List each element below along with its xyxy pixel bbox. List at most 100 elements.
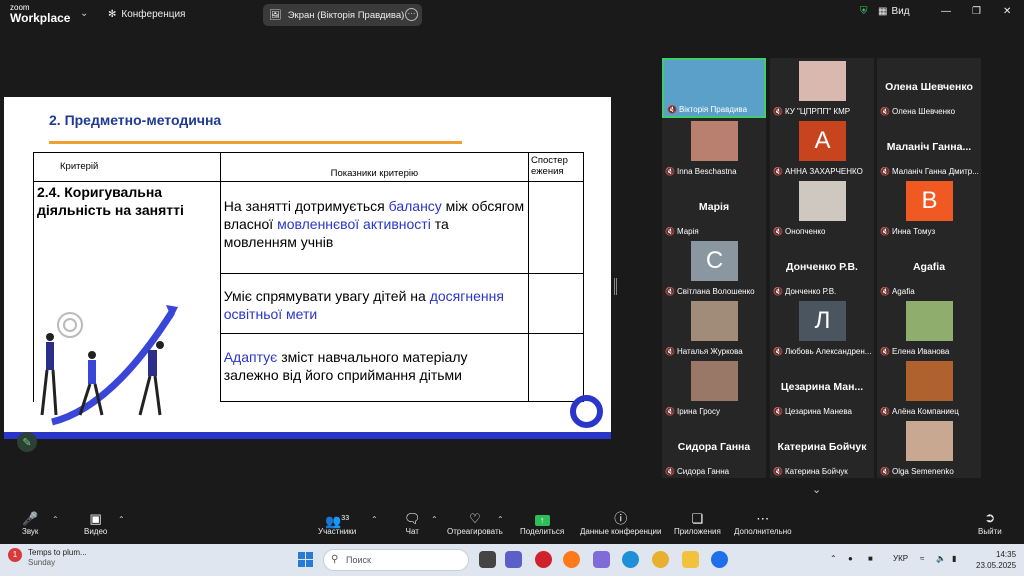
minimize-icon[interactable]: —: [941, 6, 951, 17]
restore-icon[interactable]: ❐: [972, 6, 981, 17]
ring-decoration: [570, 395, 603, 428]
windows-start-icon[interactable]: [298, 552, 313, 567]
edge-icon[interactable]: [622, 551, 639, 568]
participant-tile[interactable]: 🔇 Елена Иванова: [877, 298, 981, 358]
participant-tile[interactable]: Олена Шевченко 🔇 Олена Шевченко: [877, 58, 981, 118]
annotate-button[interactable]: ✎: [17, 432, 37, 452]
participant-label: 🔇 Світлана Волошенко: [665, 287, 764, 296]
screen-share-indicator[interactable]: 🖼 Экран (Вікторія Правдива) ⋯: [263, 4, 422, 26]
muted-mic-icon: 🔇: [880, 407, 890, 416]
split-drag-handle[interactable]: [614, 278, 617, 295]
header-indicators: Показники критерію: [219, 152, 530, 182]
participant-tile[interactable]: A 🔇 АННА ЗАХАРЧЕНКО: [770, 118, 874, 178]
chevron-down-icon[interactable]: ⌄: [812, 483, 821, 496]
copilot-icon[interactable]: [593, 551, 610, 568]
participant-label-text: Olga Semenenko: [891, 467, 954, 476]
language-indicator[interactable]: УКР: [893, 554, 908, 563]
meeting-toolbar: 🎤 Звук ⌃ ▣ Видео ⌃ 👥33 Участники ⌃ 🗨 Чат…: [0, 506, 1024, 544]
participant-name-display: Сидора Ганна: [677, 441, 751, 453]
tray-app-icon[interactable]: ■: [868, 554, 873, 563]
close-icon[interactable]: ✕: [1003, 6, 1011, 17]
leave-button[interactable]: ➲ Выйти: [978, 510, 1002, 536]
participant-label-text: Марія: [676, 227, 699, 236]
participant-tile[interactable]: 🔇 Inna Beschastna: [662, 118, 766, 178]
audio-button[interactable]: 🎤 Звук: [22, 510, 38, 536]
slide-title: 2. Предметно-методична: [49, 112, 222, 128]
grid-icon: ▦: [878, 6, 888, 17]
participant-tile[interactable]: B 🔇 Инна Томуз: [877, 178, 981, 238]
conference-menu[interactable]: ✻ Конференция: [108, 9, 185, 20]
share-button[interactable]: ↑ Поделиться: [520, 510, 564, 536]
teams-icon[interactable]: [505, 551, 522, 568]
tray-chevron-icon[interactable]: ⌃: [830, 554, 837, 563]
muted-mic-icon: 🔇: [665, 347, 675, 356]
table-header-row: Критерій Показники критерію Спостер ежен…: [33, 152, 584, 182]
participant-tile[interactable]: Катерина Бойчук 🔇 Катерина Бойчук: [770, 418, 874, 478]
participant-label-text: Agafia: [891, 287, 915, 296]
react-options-caret[interactable]: ⌃: [497, 515, 504, 524]
react-button[interactable]: ♡ Отреагировать: [447, 510, 503, 536]
participant-label: 🔇 Инна Томуз: [880, 227, 979, 236]
system-clock[interactable]: 14:35 23.05.2025: [976, 549, 1016, 571]
volume-icon[interactable]: 🔈: [936, 554, 946, 563]
weather-title: Temps to plum...: [28, 548, 87, 557]
video-button[interactable]: ▣ Видео: [84, 510, 107, 536]
indicator-cell: Уміє спрямувати увагу дітей на досягненн…: [219, 273, 530, 334]
participant-tile[interactable]: 🔇 Ірина Гросу: [662, 358, 766, 418]
participant-tile[interactable]: Сидора Ганна 🔇 Сидора Ганна: [662, 418, 766, 478]
opera-icon[interactable]: [535, 551, 552, 568]
participant-tile[interactable]: 🔇 КУ "ЦПРПП" КМР: [770, 58, 874, 118]
participant-tile[interactable]: 🔇 Вікторія Правдива: [662, 58, 766, 118]
participants-button[interactable]: 👥33 Участники: [318, 510, 356, 536]
screen-icon: 🖼: [269, 9, 282, 21]
participant-tile[interactable]: 🔇 Онопченко: [770, 178, 874, 238]
indicator-highlight: мовленнєвої активності: [277, 216, 431, 233]
more-button[interactable]: ⋯ Дополнительно: [734, 510, 792, 536]
participant-label: 🔇 Agafia: [880, 287, 979, 296]
participant-label-text: КУ "ЦПРПП" КМР: [784, 107, 851, 116]
firefox-icon[interactable]: [563, 551, 580, 568]
participant-tile[interactable]: Цезарина Ман... 🔇 Цезарина Манева: [770, 358, 874, 418]
chat-options-caret[interactable]: ⌃: [431, 515, 438, 524]
apps-button[interactable]: ❏ Приложения: [674, 510, 721, 536]
participant-tile[interactable]: 🔇 Алёна Компаниец: [877, 358, 981, 418]
participant-tile[interactable]: 🔇 Olga Semenenko: [877, 418, 981, 478]
react-label: Отреагировать: [447, 527, 503, 536]
participant-video: [906, 301, 953, 341]
meeting-info-button[interactable]: ⓘ Данные конференции: [580, 510, 661, 536]
tray-app-icon[interactable]: ●: [848, 554, 853, 563]
view-button[interactable]: ▦ Вид: [878, 6, 910, 17]
chevron-down-icon[interactable]: ⌄: [80, 8, 88, 19]
participant-tile[interactable]: Л 🔇 Любовь Александрен...: [770, 298, 874, 358]
participant-tile[interactable]: Марія 🔇 Марія: [662, 178, 766, 238]
battery-icon[interactable]: ▮: [952, 554, 956, 563]
participant-name-display: Олена Шевченко: [885, 81, 973, 93]
zoom-app-icon[interactable]: [711, 551, 728, 568]
indicator-cell: Адаптує зміст навчального матеріалу зале…: [219, 333, 530, 402]
zoom-logo: zoom Workplace: [10, 4, 70, 25]
file-explorer-icon[interactable]: [682, 551, 699, 568]
participants-options-caret[interactable]: ⌃: [371, 515, 378, 524]
task-view-icon[interactable]: [479, 551, 496, 568]
muted-mic-icon: 🔇: [773, 407, 783, 416]
chat-button[interactable]: 🗨 Чат: [404, 510, 421, 536]
audio-options-caret[interactable]: ⌃: [52, 515, 59, 524]
taskbar-search[interactable]: ⚲ Поиск: [323, 549, 469, 571]
security-shield-icon[interactable]: ⛨: [860, 6, 868, 17]
more-options-icon[interactable]: ⋯: [405, 8, 418, 21]
participant-label-text: Донченко Р.В.: [784, 287, 837, 296]
participant-tile[interactable]: Маланіч Ганна... 🔇 Маланіч Ганна Дмитр...: [877, 118, 981, 178]
indicator-text: Уміє спрямувати увагу дітей на: [223, 288, 430, 304]
participant-tile[interactable]: Agafia 🔇 Agafia: [877, 238, 981, 298]
participant-tile[interactable]: C 🔇 Світлана Волошенко: [662, 238, 766, 298]
wifi-icon[interactable]: ≈: [920, 554, 924, 563]
participant-tile[interactable]: 🔇 Наталья Журкова: [662, 298, 766, 358]
weather-widget[interactable]: 1 Temps to plum... Sunday: [8, 548, 87, 569]
heart-icon: ♡: [469, 511, 481, 526]
table-row: 2.4. Коригувальна діяльність на занятті …: [33, 181, 584, 402]
participant-tile[interactable]: Донченко Р.В. 🔇 Донченко Р.В.: [770, 238, 874, 298]
observation-cell: [528, 333, 584, 402]
pencil-icon: ✎: [22, 436, 32, 449]
chrome-icon[interactable]: [652, 551, 669, 568]
video-options-caret[interactable]: ⌃: [118, 515, 125, 524]
